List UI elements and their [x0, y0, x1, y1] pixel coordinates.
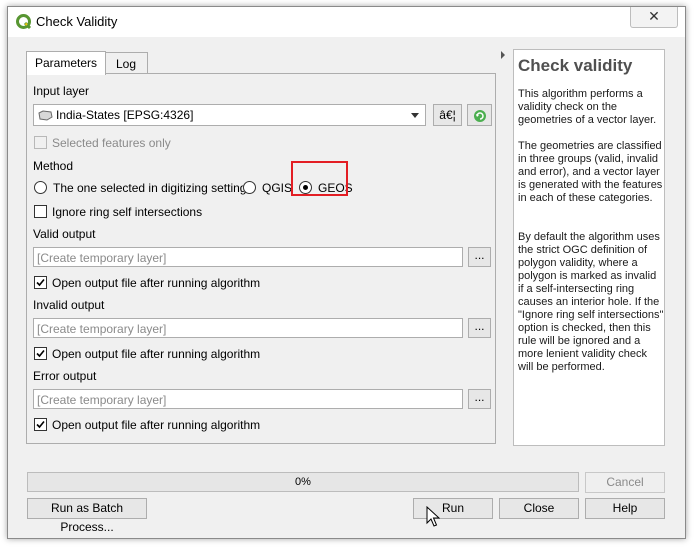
close-button-label: Close	[523, 501, 555, 515]
run-button[interactable]: Run	[413, 498, 493, 519]
method-radio-digitizing[interactable]	[34, 181, 47, 194]
checkmark-icon	[36, 420, 45, 429]
batch-process-label: Run as Batch Process...	[50, 501, 124, 534]
invalid-output-field[interactable]: [Create temporary layer]	[33, 318, 463, 338]
error-output-placeholder: [Create temporary layer]	[37, 393, 167, 407]
method-option-qgis-label: QGIS	[262, 181, 293, 195]
cancel-button-label: Cancel	[606, 475, 644, 489]
polygon-layer-icon	[38, 110, 53, 121]
invalid-open-checkbox[interactable]	[34, 347, 47, 360]
checkmark-icon	[36, 278, 45, 287]
method-radio-qgis[interactable]	[243, 181, 256, 194]
progress-bar: 0%	[27, 472, 579, 492]
qgis-logo-icon	[16, 14, 32, 30]
iterate-features-label: â€¦	[439, 108, 456, 122]
ignore-ring-label: Ignore ring self intersections	[52, 205, 203, 219]
tab-parameters-label: Parameters	[34, 56, 98, 70]
error-output-browse-label: ...	[474, 390, 485, 404]
title-bar: Check Validity ✕	[8, 7, 685, 37]
close-button[interactable]: Close	[499, 498, 579, 519]
splitter-collapse-icon[interactable]	[501, 51, 505, 59]
chevron-down-icon	[411, 113, 419, 118]
tab-parameters[interactable]: Parameters	[26, 51, 106, 75]
cancel-button[interactable]: Cancel	[585, 472, 665, 493]
run-button-label: Run	[441, 501, 464, 515]
tab-log-label: Log	[115, 57, 137, 71]
iterate-features-button[interactable]: â€¦	[433, 104, 462, 126]
input-layer-label: Input layer	[33, 84, 90, 98]
valid-open-label: Open output file after running algorithm	[52, 276, 261, 290]
invalid-open-label: Open output file after running algorithm	[52, 347, 261, 361]
valid-output-browse-label: ...	[474, 248, 485, 262]
help-title: Check validity	[518, 56, 633, 75]
refresh-icon	[474, 110, 486, 122]
valid-output-label: Valid output	[33, 227, 96, 241]
selected-features-checkbox[interactable]	[34, 136, 47, 149]
error-output-browse-button[interactable]: ...	[468, 389, 491, 409]
input-layer-combo[interactable]: India-States [EPSG:4326]	[33, 104, 426, 126]
checkmark-icon	[36, 349, 45, 358]
help-panel: Check validity This algorithm performs a…	[513, 49, 665, 446]
invalid-output-label: Invalid output	[33, 298, 105, 312]
invalid-output-placeholder: [Create temporary layer]	[37, 322, 167, 336]
error-open-label: Open output file after running algorithm	[52, 418, 261, 432]
ignore-ring-checkbox[interactable]	[34, 205, 47, 218]
valid-output-placeholder: [Create temporary layer]	[37, 251, 167, 265]
help-paragraph-1: This algorithm performs a validity check…	[518, 88, 657, 126]
tab-log[interactable]: Log	[104, 52, 148, 75]
help-paragraph-2: The geometries are classified in three g…	[518, 140, 663, 204]
valid-output-field[interactable]: [Create temporary layer]	[33, 247, 463, 267]
help-paragraph-3: By default the algorithm uses the strict…	[518, 231, 664, 373]
geos-highlight-box	[291, 161, 348, 196]
window-title: Check Validity	[36, 14, 118, 29]
error-output-field[interactable]: [Create temporary layer]	[33, 389, 463, 409]
help-button-label: Help	[612, 501, 638, 515]
method-label: Method	[33, 159, 74, 173]
close-window-button[interactable]: ✕	[630, 7, 678, 28]
valid-output-browse-button[interactable]: ...	[468, 247, 491, 267]
valid-open-checkbox[interactable]	[34, 276, 47, 289]
error-output-label: Error output	[33, 369, 97, 383]
mouse-cursor-icon	[426, 506, 440, 527]
batch-process-button[interactable]: Run as Batch Process...	[27, 498, 147, 534]
input-layer-value: India-States [EPSG:4326]	[56, 108, 194, 122]
close-icon: ✕	[648, 8, 660, 24]
error-open-checkbox[interactable]	[34, 418, 47, 431]
refresh-layer-button[interactable]	[467, 104, 492, 126]
method-option-digitizing-label: The one selected in digitizing settings	[53, 181, 253, 195]
progress-text: 0%	[295, 476, 311, 488]
invalid-output-browse-label: ...	[474, 319, 485, 333]
help-button[interactable]: Help	[585, 498, 665, 519]
parameters-panel: Input layer India-States [EPSG:4326] â€¦…	[26, 73, 496, 444]
selected-features-label: Selected features only	[52, 136, 171, 150]
check-validity-dialog: Check Validity ✕ Parameters Log Input la…	[7, 6, 686, 539]
invalid-output-browse-button[interactable]: ...	[468, 318, 491, 338]
